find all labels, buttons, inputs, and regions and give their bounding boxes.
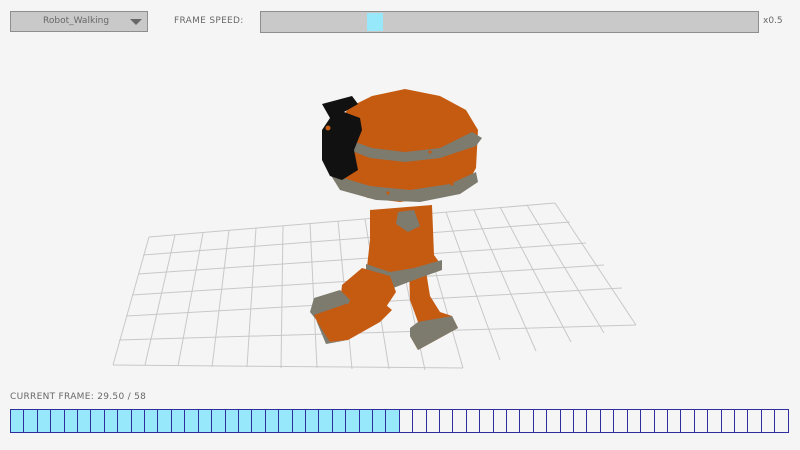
timeline-frame-cell[interactable] (171, 410, 186, 432)
timeline-frame-cell[interactable] (655, 410, 668, 432)
current-frame-label: CURRENT FRAME: 29.50 / 58 (10, 392, 147, 402)
timeline-frame-cell[interactable] (628, 410, 642, 432)
timeline-frame-cell[interactable] (507, 410, 521, 432)
timeline-frame-cell[interactable] (708, 410, 722, 432)
timeline-frame-cell[interactable] (762, 410, 776, 432)
timeline-frame-cell[interactable] (681, 410, 695, 432)
timeline-frame-cell[interactable] (319, 410, 333, 432)
timeline-frame-cell[interactable] (145, 410, 159, 432)
timeline-frame-cell[interactable] (748, 410, 762, 432)
timeline-frame-cell[interactable] (359, 410, 373, 432)
timeline-frame-cell[interactable] (386, 410, 400, 432)
timeline-frame-cell[interactable] (24, 410, 38, 432)
chevron-down-icon (130, 19, 142, 25)
timeline-frame-cell[interactable] (292, 410, 306, 432)
timeline-frame-cell[interactable] (587, 410, 601, 432)
3d-viewport[interactable] (0, 0, 800, 450)
timeline-frame-cell[interactable] (534, 410, 548, 432)
timeline-frame-cell[interactable] (480, 410, 494, 432)
animation-dropdown-value: Robot_Walking (43, 16, 110, 26)
timeline-frame-cell[interactable] (372, 410, 387, 432)
timeline-frame-cell[interactable] (520, 410, 534, 432)
timeline-frame-cell[interactable] (641, 410, 655, 432)
timeline-frame-cell[interactable] (561, 410, 575, 432)
timeline-frame-cell[interactable] (735, 410, 749, 432)
frame-speed-slider-handle[interactable] (367, 13, 383, 31)
timeline-frame-cell[interactable] (413, 410, 427, 432)
timeline-frame-cell[interactable] (346, 410, 360, 432)
timeline-frame-cell[interactable] (212, 410, 226, 432)
timeline-frame-cell[interactable] (440, 410, 454, 432)
robot-model (310, 89, 482, 350)
timeline-frame-cell[interactable] (51, 410, 65, 432)
timeline-frame-cell[interactable] (547, 410, 561, 432)
timeline-frame-cell[interactable] (695, 410, 709, 432)
timeline-frame-cell[interactable] (11, 410, 25, 432)
timeline-frame-cell[interactable] (722, 410, 735, 432)
timeline-frame-cell[interactable] (37, 410, 52, 432)
timeline-frame-cell[interactable] (91, 410, 105, 432)
timeline-frame-cell[interactable] (185, 410, 199, 432)
timeline-frame-cell[interactable] (601, 410, 615, 432)
timeline-frame-cell[interactable] (158, 410, 172, 432)
timeline-frame-cell[interactable] (279, 410, 293, 432)
frame-speed-slider[interactable] (260, 11, 759, 33)
timeline-frame-cell[interactable] (131, 410, 146, 432)
timeline-frame-cell[interactable] (453, 410, 467, 432)
timeline-frame-cell[interactable] (494, 410, 508, 432)
timeline-frame-cell[interactable] (238, 410, 253, 432)
timeline-frame-cell[interactable] (104, 410, 119, 432)
timeline-frame-cell[interactable] (265, 410, 280, 432)
timeline-frame-cell[interactable] (427, 410, 440, 432)
timeline-frame-cell[interactable] (668, 410, 682, 432)
timeline-frame-cell[interactable] (305, 410, 320, 432)
timeline-frame-cell[interactable] (64, 410, 79, 432)
timeline-frame-cell[interactable] (614, 410, 628, 432)
timeline-frame-cell[interactable] (574, 410, 588, 432)
timeline-frame-cell[interactable] (467, 410, 481, 432)
timeline-frame-cell[interactable] (118, 410, 132, 432)
frame-speed-label: FRAME SPEED: (174, 16, 244, 26)
timeline-frame-cell[interactable] (332, 410, 347, 432)
frame-timeline[interactable] (10, 409, 789, 433)
timeline-frame-cell[interactable] (78, 410, 92, 432)
timeline-frame-cell[interactable] (252, 410, 266, 432)
frame-speed-value: x0.5 (763, 16, 783, 26)
timeline-frame-cell[interactable] (400, 410, 414, 432)
timeline-frame-cell[interactable] (225, 410, 239, 432)
timeline-frame-cell[interactable] (198, 410, 213, 432)
animation-dropdown[interactable]: Robot_Walking (10, 11, 148, 32)
timeline-frame-cell[interactable] (775, 410, 787, 432)
